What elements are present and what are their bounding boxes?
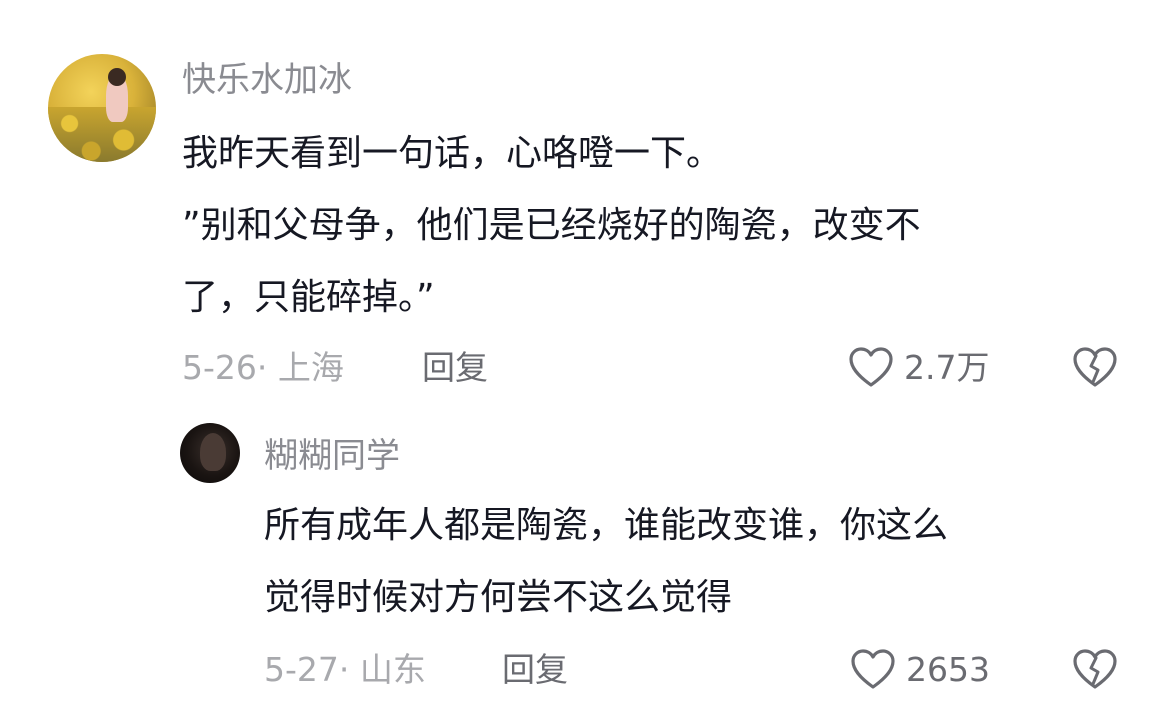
avatar-hair [108,68,126,86]
comment-text-line-1: 我昨天看到一句话，心咯噔一下。 [182,133,723,174]
replier-username[interactable]: 糊糊同学 [264,436,400,476]
reply-date-location: 5-27· 山东 [264,650,426,689]
replier-avatar[interactable] [180,423,240,483]
reply-like-count: 2653 [906,650,990,689]
reply-reply-button[interactable]: 回复 [502,650,568,690]
broken-heart-icon[interactable] [1072,648,1118,690]
reply-text-line-2: 觉得时候对方何尝不这么觉得 [264,577,733,618]
comment-like-count: 2.7万 [904,348,990,387]
avatar-silhouette [200,433,226,471]
comment-reply-button[interactable]: 回复 [422,348,488,388]
comment-text-line-3: 了，只能碎掉。” [182,277,435,318]
broken-heart-icon[interactable] [1072,346,1118,388]
comment-text-line-2: ”别和父母争，他们是已经烧好的陶瓷，改变不 [182,205,921,246]
commenter-avatar[interactable] [48,54,156,162]
comment-date-location: 5-26· 上海 [182,348,344,387]
avatar-flowers [48,107,156,162]
reply-text-line-1: 所有成年人都是陶瓷，谁能改变谁，你这么 [264,505,949,546]
heart-outline-icon[interactable] [848,346,894,388]
commenter-username[interactable]: 快乐水加冰 [182,60,352,100]
heart-outline-icon[interactable] [850,648,896,690]
